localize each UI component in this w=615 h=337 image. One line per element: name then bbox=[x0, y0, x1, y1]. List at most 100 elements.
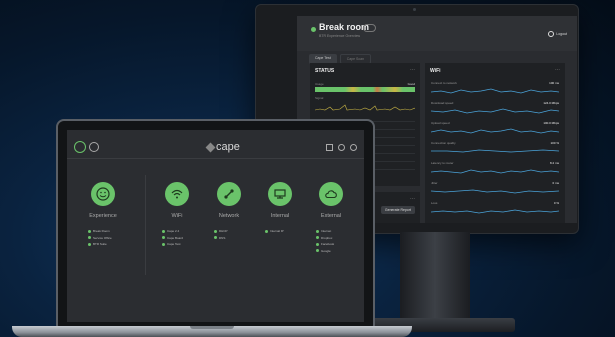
list-item[interactable]: DHCP bbox=[214, 229, 257, 233]
list-item-label: Cape 2.4 bbox=[167, 229, 180, 233]
list-item-label: BTR Suite bbox=[93, 242, 107, 246]
wifi-metric-value: 0 % bbox=[553, 201, 559, 205]
wifi-panel: WiFi ⋯ Connect to network 100 ms Downloa… bbox=[425, 63, 565, 223]
logout-button[interactable]: Logout bbox=[548, 31, 567, 37]
user-icon bbox=[548, 31, 555, 37]
gear-icon[interactable] bbox=[350, 144, 357, 151]
wifi-row: Connection quality 100 % bbox=[431, 141, 559, 156]
laptop: cape Experience Break Room Service Offic… bbox=[56, 119, 375, 333]
brand-name: cape bbox=[216, 141, 240, 153]
network-icon bbox=[217, 182, 241, 206]
home-icon[interactable] bbox=[326, 144, 333, 151]
signal-label: Signal bbox=[315, 96, 324, 100]
wifi-row: Upload speed 100.0 Mbps bbox=[431, 121, 559, 136]
status-dot-icon bbox=[88, 236, 91, 239]
monitor-icon bbox=[268, 182, 292, 206]
brand-logo: cape bbox=[205, 141, 240, 153]
list-item[interactable]: Break Room bbox=[88, 229, 131, 233]
wifi-metric-value: 100 ms bbox=[549, 81, 559, 85]
category-name: Internal bbox=[270, 213, 290, 219]
list-item[interactable]: Service Office bbox=[88, 236, 131, 240]
status-dot-icon bbox=[316, 236, 319, 239]
wifi-panel-title: WiFi bbox=[430, 68, 441, 74]
list-item-label: DNS bbox=[219, 235, 226, 240]
wifi-row: Connect to network 100 ms bbox=[431, 81, 559, 96]
status-panel-title: STATUS bbox=[315, 68, 335, 74]
category-external[interactable]: External Internet Dropbox Facebook Googl… bbox=[303, 182, 359, 255]
status-dot-icon bbox=[214, 236, 217, 239]
wifi-sparkline bbox=[431, 209, 559, 214]
list-item-label: Internet bbox=[321, 229, 332, 233]
wifi-metric-label: Jitter bbox=[431, 181, 438, 185]
list-item[interactable]: Cape Board bbox=[162, 236, 205, 240]
wifi-row: Download speed 124.0 Mbps bbox=[431, 101, 559, 116]
wifi-metric-value: 0 ms bbox=[552, 181, 559, 185]
monitor-header: Break room BTR Experience Overview Logou… bbox=[297, 16, 577, 51]
status-dot-icon bbox=[162, 242, 165, 246]
list-item-label: Dropbox bbox=[321, 235, 333, 240]
globe-icon[interactable] bbox=[89, 142, 99, 152]
status-dot-icon bbox=[162, 229, 165, 233]
status-dot-icon bbox=[162, 236, 165, 239]
column-divider bbox=[145, 175, 146, 275]
wifi-row: Jitter 0 ms bbox=[431, 181, 559, 196]
category-network[interactable]: Network DHCP DNS bbox=[201, 182, 257, 242]
list-item-label: Google bbox=[321, 248, 331, 253]
app-logo-icon[interactable] bbox=[74, 141, 86, 153]
cloud-icon bbox=[363, 24, 376, 32]
wifi-row: Loss 0 % bbox=[431, 201, 559, 216]
wifi-sparkline bbox=[431, 189, 559, 194]
category-name: External bbox=[320, 213, 342, 219]
list-item-label: Cape Board bbox=[167, 235, 184, 240]
wifi-metric-label: Connect to network bbox=[431, 81, 457, 85]
category-experience[interactable]: Experience Break Room Service Office BTR… bbox=[75, 182, 131, 249]
wifi-metric-value: 8.2 ms bbox=[549, 161, 559, 165]
category-items: Internal IP bbox=[252, 229, 308, 233]
status-dot-icon bbox=[88, 229, 91, 233]
monitor-stand bbox=[400, 232, 470, 324]
list-item[interactable]: Dropbox bbox=[316, 236, 359, 240]
list-item[interactable]: Google bbox=[316, 249, 359, 253]
more-icon[interactable]: ⋯ bbox=[410, 196, 415, 202]
list-item-label: Internal IP bbox=[270, 229, 284, 233]
category-internal[interactable]: Internal Internal IP bbox=[252, 182, 308, 236]
generate-report-button[interactable]: Generate Report bbox=[380, 206, 415, 214]
list-item[interactable]: Cape 2.4 bbox=[162, 229, 205, 233]
laptop-screen: cape Experience Break Room Service Offic… bbox=[67, 130, 364, 322]
wifi-sparkline bbox=[431, 108, 559, 114]
list-item[interactable]: Cape Test bbox=[162, 242, 205, 246]
list-item-label: Break Room bbox=[93, 229, 110, 233]
wifi-metric-value: 100 % bbox=[550, 141, 559, 145]
cloud-icon bbox=[319, 182, 343, 206]
list-item[interactable]: BTR Suite bbox=[88, 242, 131, 246]
wifi-metric-value: 100.0 Mbps bbox=[543, 121, 559, 125]
header-divider bbox=[67, 158, 364, 159]
signal-chart bbox=[315, 104, 415, 111]
wifi-sparkline bbox=[431, 169, 559, 174]
list-item-label: Cape Test bbox=[167, 242, 181, 246]
status-dot-icon bbox=[316, 242, 319, 246]
category-items: Internet Dropbox Facebook Google bbox=[303, 229, 359, 253]
usage-bar bbox=[315, 87, 415, 92]
category-items: DHCP DNS bbox=[201, 229, 257, 240]
status-dot-icon bbox=[265, 229, 268, 233]
list-item[interactable]: Facebook bbox=[316, 242, 359, 246]
toolbar-icons bbox=[326, 144, 357, 151]
search-icon[interactable] bbox=[338, 144, 345, 151]
category-name: Experience bbox=[89, 213, 117, 219]
usage-label: Usage bbox=[315, 82, 324, 86]
status-dot-icon bbox=[316, 249, 319, 252]
list-item[interactable]: DNS bbox=[214, 236, 257, 240]
more-icon[interactable]: ⋯ bbox=[410, 67, 415, 73]
list-item-label: Service Office bbox=[93, 235, 112, 240]
list-item[interactable]: Internal IP bbox=[265, 229, 308, 233]
category-wifi[interactable]: WiFi Cape 2.4 Cape Board Cape Test bbox=[149, 182, 205, 249]
laptop-notch bbox=[190, 326, 234, 329]
wifi-row: Latency to router 8.2 ms bbox=[431, 161, 559, 176]
more-icon[interactable]: ⋯ bbox=[555, 67, 560, 73]
status-dot-icon bbox=[214, 229, 217, 233]
logout-label: Logout bbox=[556, 32, 567, 36]
status-dot-icon bbox=[311, 27, 316, 32]
list-item[interactable]: Internet bbox=[316, 229, 359, 233]
camera-dot bbox=[413, 8, 416, 11]
